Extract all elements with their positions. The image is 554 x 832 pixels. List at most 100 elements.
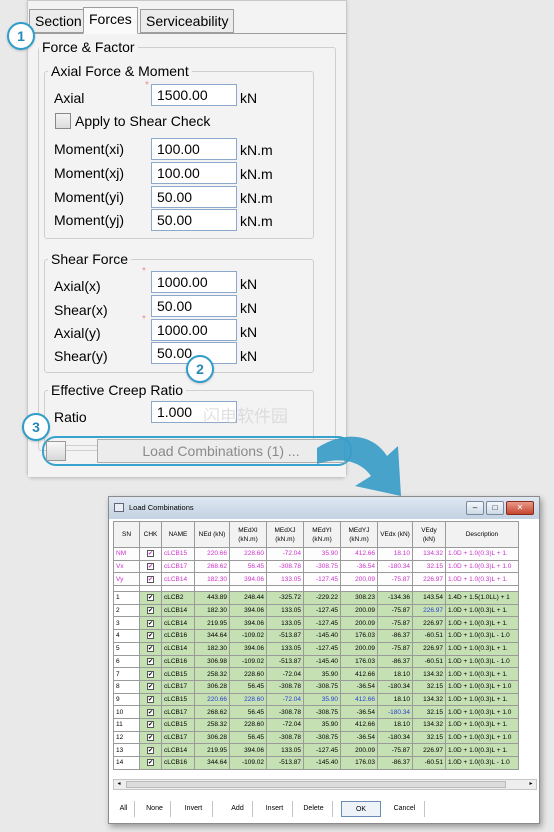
- axial-input[interactable]: 1500.00: [151, 84, 237, 106]
- all-button[interactable]: All: [113, 801, 135, 817]
- check-cell[interactable]: ✔: [139, 629, 162, 643]
- check-cell[interactable]: ✔: [139, 717, 162, 732]
- shear-x-input[interactable]: 50.00: [151, 295, 237, 317]
- none-button[interactable]: None: [139, 801, 171, 817]
- delete-button[interactable]: Delete: [295, 801, 333, 817]
- load-combinations-checkbox[interactable]: [46, 441, 66, 461]
- check-cell[interactable]: ✔: [139, 667, 162, 681]
- minimize-button[interactable]: –: [466, 501, 484, 515]
- table-cell: Vx: [113, 559, 140, 574]
- checkbox[interactable]: ✔: [147, 733, 154, 741]
- checkbox[interactable]: ✔: [147, 607, 154, 615]
- table-row[interactable]: 10 ✔ cLCB17 268.62 56.45 -308.78 -308.75 -36.54…: [113, 705, 519, 719]
- forces-tab-body: Force & Factor Axial Force & Moment Axia…: [28, 33, 346, 477]
- moment-xj-input[interactable]: 100.00: [151, 162, 237, 184]
- column-header[interactable]: NEd (kN): [194, 521, 230, 548]
- table-row[interactable]: 6 ✔ cLCB16 306.98 -109.02 -513.87 -145.40 176.0…: [113, 654, 519, 669]
- table-row[interactable]: 8 ✔ cLCB17 306.28 56.45 -308.78 -308.75 -36.54-…: [113, 679, 519, 694]
- checkbox[interactable]: ✔: [147, 683, 154, 691]
- tab-forces[interactable]: Forces: [83, 7, 138, 34]
- column-header[interactable]: SN: [113, 521, 140, 548]
- check-cell[interactable]: ✔: [139, 547, 162, 561]
- table-row[interactable]: 7 ✔ cLCB15 258.32 228.60 -72.04 35.90 412.66 18.…: [113, 667, 519, 681]
- table-row[interactable]: NM ✔ cLCB15 220.66 228.60 -72.04 35.90 412.66 18…: [113, 547, 519, 561]
- check-cell[interactable]: ✔: [139, 743, 162, 757]
- table-row[interactable]: 4 ✔ cLCB16 344.64 -109.02 -513.87 -145.40 176.0…: [113, 629, 519, 643]
- invert-button[interactable]: Invert: [175, 801, 213, 817]
- checkbox[interactable]: ✔: [147, 619, 154, 627]
- checkbox[interactable]: ✔: [147, 695, 154, 703]
- check-cell[interactable]: ✔: [139, 679, 162, 694]
- check-cell[interactable]: ✔: [139, 603, 162, 618]
- insert-button[interactable]: Insert: [257, 801, 293, 817]
- checkbox[interactable]: ✔: [147, 657, 154, 665]
- table-row[interactable]: 13 ✔ cLCB14 219.95 394.06 133.05 -127.45 200.09…: [113, 743, 519, 757]
- table-cell: 56.45: [229, 559, 267, 574]
- check-cell[interactable]: ✔: [139, 641, 162, 656]
- table-row[interactable]: 1 ✔ cLCB2 443.89 248.44 -325.72 -229.22 308.23-…: [113, 591, 519, 605]
- table-row[interactable]: 9 ✔ cLCB15 220.66 228.60 -72.04 35.90 412.66 18.…: [113, 692, 519, 707]
- table-row[interactable]: 11 ✔ cLCB15 258.32 228.60 -72.04 35.90 412.66 18…: [113, 717, 519, 732]
- table-cell: cLCB16: [161, 756, 195, 770]
- ok-button[interactable]: OK: [341, 801, 381, 817]
- column-header[interactable]: MEdYJ (kN.m): [340, 521, 378, 548]
- checkbox[interactable]: ✔: [147, 721, 154, 729]
- table-row[interactable]: 14 ✔ cLCB16 344.64 -109.02 -513.87 -145.40 176.…: [113, 756, 519, 770]
- table-row[interactable]: 12 ✔ cLCB17 306.28 56.45 -308.78 -308.75 -36.54…: [113, 730, 519, 745]
- checkbox[interactable]: ✔: [147, 563, 154, 571]
- check-cell[interactable]: ✔: [139, 572, 162, 587]
- check-cell[interactable]: ✔: [139, 616, 162, 631]
- table-cell: -145.40: [303, 629, 341, 643]
- column-header[interactable]: NAME: [161, 521, 195, 548]
- checkbox[interactable]: ✔: [147, 746, 154, 754]
- add-button[interactable]: Add: [223, 801, 253, 817]
- table-cell: cLCB17: [161, 730, 195, 745]
- checkbox[interactable]: ✔: [147, 708, 154, 716]
- check-cell[interactable]: ✔: [139, 559, 162, 574]
- table-row[interactable]: 5 ✔ cLCB14 182.30 394.06 133.05 -127.45 200.09-…: [113, 641, 519, 656]
- moment-yi-input[interactable]: 50.00: [151, 186, 237, 208]
- check-cell[interactable]: ✔: [139, 756, 162, 770]
- moment-yj-input[interactable]: 50.00: [151, 209, 237, 231]
- tab-serviceability[interactable]: Serviceability: [140, 9, 235, 33]
- column-header[interactable]: MEdXI (kN.m): [229, 521, 267, 548]
- check-cell[interactable]: ✔: [139, 730, 162, 745]
- checkbox[interactable]: ✔: [147, 632, 154, 640]
- table-cell: 394.06: [229, 572, 267, 587]
- checkbox[interactable]: ✔: [147, 759, 154, 767]
- table-row[interactable]: 3 ✔ cLCB14 219.95 394.06 133.05 -127.45 200.09-…: [113, 616, 519, 631]
- apply-shear-checkbox[interactable]: [55, 113, 71, 129]
- column-header[interactable]: VEdy (kN): [412, 521, 446, 548]
- maximize-button[interactable]: □: [486, 501, 504, 515]
- moment-xi-input[interactable]: 100.00: [151, 138, 237, 160]
- column-header[interactable]: Description: [445, 521, 519, 548]
- table-cell: 200.09: [340, 616, 378, 631]
- check-cell[interactable]: ✔: [139, 591, 162, 605]
- checkbox[interactable]: ✔: [147, 670, 154, 678]
- scroll-right-icon[interactable]: ▸: [526, 780, 536, 789]
- table-row[interactable]: Vy ✔ cLCB14 182.30 394.06 133.05 -127.45 200.09…: [113, 572, 519, 587]
- scroll-thumb[interactable]: [126, 781, 506, 788]
- column-header[interactable]: MEdXJ (kN.m): [266, 521, 304, 548]
- checkbox[interactable]: ✔: [147, 550, 154, 558]
- checkbox[interactable]: ✔: [147, 645, 154, 653]
- check-cell[interactable]: ✔: [139, 705, 162, 719]
- column-header[interactable]: VEdx (kN): [377, 521, 413, 548]
- table-row[interactable]: 2 ✔ cLCB14 182.30 394.06 133.05 -127.45 200.09-…: [113, 603, 519, 618]
- axial-x-input[interactable]: 1000.00: [151, 271, 237, 293]
- column-header[interactable]: MEdYI (kN.m): [303, 521, 341, 548]
- checkbox[interactable]: ✔: [147, 594, 154, 602]
- table-cell: 226.97: [412, 743, 446, 757]
- check-cell[interactable]: ✔: [139, 654, 162, 669]
- scroll-left-icon[interactable]: ◂: [114, 780, 124, 789]
- tab-section[interactable]: Section: [29, 9, 88, 33]
- column-header[interactable]: CHK: [139, 521, 162, 548]
- check-cell[interactable]: ✔: [139, 692, 162, 707]
- horizontal-scrollbar[interactable]: ◂ ▸: [113, 779, 537, 790]
- cancel-button[interactable]: Cancel: [385, 801, 425, 817]
- table-row[interactable]: Vx ✔ cLCB17 268.62 56.45 -308.78 -308.75 -36.54…: [113, 559, 519, 574]
- axial-y-input[interactable]: 1000.00: [151, 319, 237, 341]
- close-button[interactable]: ✕: [506, 501, 534, 515]
- checkbox[interactable]: ✔: [147, 575, 154, 583]
- table-cell: 9: [113, 692, 140, 707]
